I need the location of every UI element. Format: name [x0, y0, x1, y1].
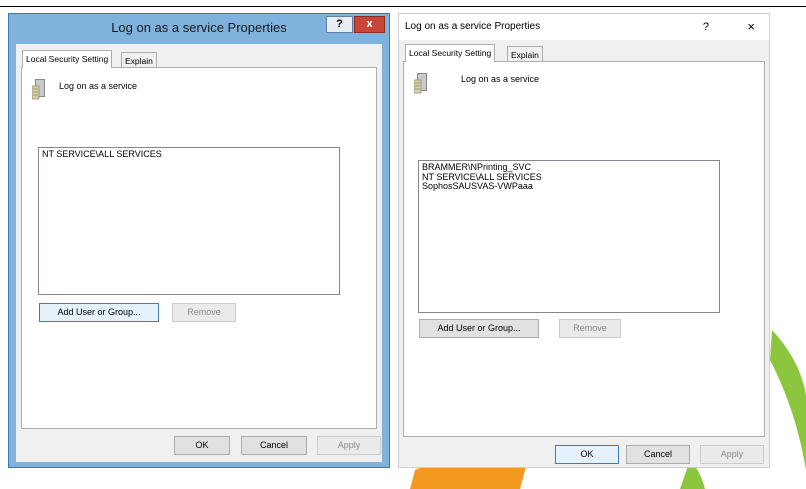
cancel-button[interactable]: Cancel [241, 436, 307, 455]
right-properties-dialog: Log on as a service Properties ? × Local… [398, 13, 770, 468]
tab-panel: Log on as a service NT SERVICE\ALL SERVI… [21, 67, 377, 429]
apply-button[interactable]: Apply [700, 445, 764, 464]
ok-button[interactable]: OK [174, 436, 230, 455]
dialog-title: Log on as a service Properties [405, 21, 541, 32]
add-user-or-group-button[interactable]: Add User or Group... [419, 319, 539, 338]
tab-explain[interactable]: Explain [121, 52, 157, 68]
remove-button[interactable]: Remove [559, 319, 621, 338]
tab-explain[interactable]: Explain [507, 46, 543, 62]
add-user-or-group-button[interactable]: Add User or Group... [39, 303, 159, 322]
list-item[interactable]: SophosSAUSVAS-VWPaaa [422, 181, 716, 192]
dialog-client-area: Local Security Setting Explain Log on as… [399, 40, 769, 467]
help-button[interactable]: ? [703, 14, 709, 40]
close-button[interactable]: × [747, 14, 755, 40]
server-policy-icon [32, 79, 45, 100]
apply-button[interactable]: Apply [317, 436, 381, 455]
tab-local-security-setting[interactable]: Local Security Setting [405, 44, 496, 62]
assigned-accounts-listbox[interactable]: BRAMMER\NPrinting_SVC NT SERVICE\ALL SER… [418, 160, 720, 313]
list-item[interactable]: NT SERVICE\ALL SERVICES [42, 149, 336, 160]
server-policy-icon [414, 73, 427, 94]
policy-name-label: Log on as a service [59, 81, 138, 91]
left-properties-dialog: Log on as a service Properties ? x Local… [8, 13, 390, 468]
tab-panel: Log on as a service BRAMMER\NPrinting_SV… [403, 61, 765, 437]
cancel-button[interactable]: Cancel [626, 445, 690, 464]
remove-button[interactable]: Remove [172, 303, 236, 322]
ok-button[interactable]: OK [555, 445, 619, 464]
help-button[interactable]: ? [326, 16, 353, 33]
policy-name-label: Log on as a service [461, 74, 540, 84]
close-button[interactable]: x [354, 16, 385, 33]
dialog-client-area: Local Security Setting Explain Log on as… [16, 44, 382, 462]
tab-local-security-setting[interactable]: Local Security Setting [22, 50, 113, 68]
assigned-accounts-listbox[interactable]: NT SERVICE\ALL SERVICES [38, 147, 340, 295]
